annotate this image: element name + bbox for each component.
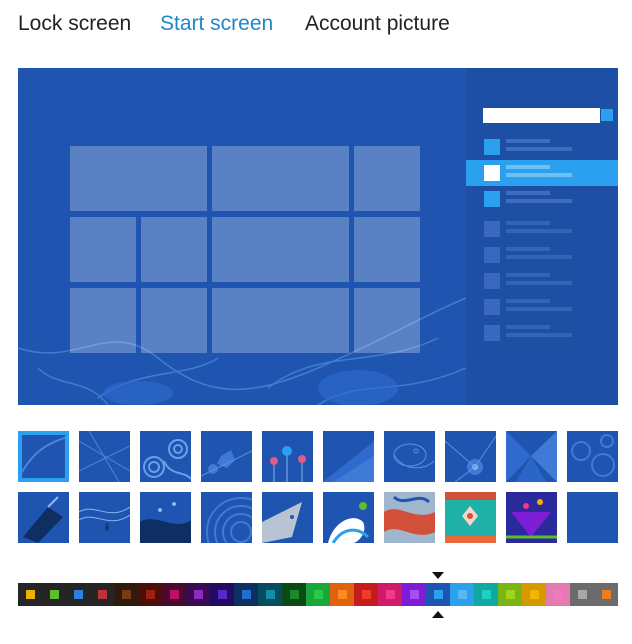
color-swatch-dot bbox=[457, 590, 467, 599]
color-swatch-dot bbox=[577, 590, 587, 599]
color-swatch-18[interactable] bbox=[426, 583, 450, 606]
color-swatch-4[interactable] bbox=[90, 583, 114, 606]
selected-color-marker-top bbox=[432, 572, 444, 579]
search-result-item bbox=[466, 294, 618, 320]
color-swatch-dot bbox=[313, 590, 323, 599]
pattern-option-18[interactable] bbox=[445, 492, 496, 543]
color-swatch-17[interactable] bbox=[402, 583, 426, 606]
color-swatch-20[interactable] bbox=[474, 583, 498, 606]
color-swatch-25[interactable] bbox=[594, 583, 618, 606]
pattern-option-16[interactable] bbox=[323, 492, 374, 543]
color-swatch-10[interactable] bbox=[234, 583, 258, 606]
search-result-item bbox=[466, 186, 618, 212]
color-swatch-16[interactable] bbox=[378, 583, 402, 606]
color-swatch-dot bbox=[289, 590, 299, 599]
tile bbox=[70, 288, 136, 353]
search-result-item bbox=[466, 216, 618, 242]
pattern-option-1[interactable] bbox=[18, 431, 69, 482]
color-swatch-11[interactable] bbox=[258, 583, 282, 606]
color-swatch-dot bbox=[433, 590, 443, 599]
color-swatch-dot bbox=[265, 590, 275, 599]
pattern-option-8[interactable] bbox=[445, 431, 496, 482]
pattern-option-20[interactable] bbox=[567, 492, 618, 543]
color-swatch-1[interactable] bbox=[18, 583, 42, 606]
tile bbox=[212, 217, 349, 282]
tile bbox=[354, 217, 420, 282]
search-result-item-selected bbox=[466, 160, 618, 186]
search-box bbox=[483, 108, 613, 123]
color-swatch-dot bbox=[217, 590, 227, 599]
color-swatch-dot bbox=[337, 590, 347, 599]
pattern-option-13[interactable] bbox=[140, 492, 191, 543]
search-charm-pane bbox=[466, 68, 618, 405]
search-result-item bbox=[466, 268, 618, 294]
pattern-option-4[interactable] bbox=[201, 431, 252, 482]
tile bbox=[141, 217, 207, 282]
color-swatch-3[interactable] bbox=[66, 583, 90, 606]
color-swatch-dot bbox=[49, 590, 59, 599]
tile bbox=[70, 146, 207, 211]
color-swatch-dot bbox=[601, 590, 611, 599]
tile bbox=[70, 217, 136, 282]
color-picker[interactable] bbox=[18, 583, 618, 606]
search-result-item bbox=[466, 320, 618, 346]
search-result-item bbox=[466, 242, 618, 268]
color-swatch-24[interactable] bbox=[570, 583, 594, 606]
color-swatch-dot bbox=[481, 590, 491, 599]
color-swatch-7[interactable] bbox=[162, 583, 186, 606]
pattern-option-7[interactable] bbox=[384, 431, 435, 482]
color-swatch-2[interactable] bbox=[42, 583, 66, 606]
color-swatch-dot bbox=[553, 590, 563, 599]
color-swatch-dot bbox=[385, 590, 395, 599]
color-swatch-dot bbox=[25, 590, 35, 599]
tab-account-picture[interactable]: Account picture bbox=[305, 12, 450, 36]
color-swatch-19[interactable] bbox=[450, 583, 474, 606]
color-swatch-dot bbox=[409, 590, 419, 599]
tile bbox=[354, 288, 420, 353]
color-swatch-dot bbox=[529, 590, 539, 599]
pattern-option-12[interactable] bbox=[79, 492, 130, 543]
pattern-option-11[interactable] bbox=[18, 492, 69, 543]
tab-start-screen[interactable]: Start screen bbox=[160, 12, 273, 36]
color-swatch-dot bbox=[97, 590, 107, 599]
color-swatch-9[interactable] bbox=[210, 583, 234, 606]
tile bbox=[212, 146, 349, 211]
color-swatch-12[interactable] bbox=[282, 583, 306, 606]
start-screen-preview bbox=[18, 68, 618, 405]
color-swatch-13[interactable] bbox=[306, 583, 330, 606]
color-swatch-dot bbox=[241, 590, 251, 599]
pattern-option-15[interactable] bbox=[262, 492, 313, 543]
tab-lock-screen[interactable]: Lock screen bbox=[18, 12, 131, 36]
color-swatch-22[interactable] bbox=[522, 583, 546, 606]
search-icon bbox=[601, 109, 613, 121]
pattern-option-2[interactable] bbox=[79, 431, 130, 482]
color-swatch-6[interactable] bbox=[138, 583, 162, 606]
color-swatch-dot bbox=[361, 590, 371, 599]
pattern-option-17[interactable] bbox=[384, 492, 435, 543]
color-swatch-dot bbox=[121, 590, 131, 599]
color-swatch-15[interactable] bbox=[354, 583, 378, 606]
pattern-option-3[interactable] bbox=[140, 431, 191, 482]
selected-color-marker-bottom bbox=[432, 611, 444, 618]
search-result-item bbox=[466, 134, 618, 160]
pattern-option-10[interactable] bbox=[567, 431, 618, 482]
color-swatch-dot bbox=[73, 590, 83, 599]
color-swatch-23[interactable] bbox=[546, 583, 570, 606]
pattern-option-9[interactable] bbox=[506, 431, 557, 482]
pattern-option-14[interactable] bbox=[201, 492, 252, 543]
color-swatch-dot bbox=[193, 590, 203, 599]
color-swatch-5[interactable] bbox=[114, 583, 138, 606]
pattern-option-6[interactable] bbox=[323, 431, 374, 482]
tile bbox=[354, 146, 420, 211]
pattern-option-5[interactable] bbox=[262, 431, 313, 482]
tile bbox=[212, 288, 349, 353]
color-swatch-dot bbox=[169, 590, 179, 599]
pattern-option-19[interactable] bbox=[506, 492, 557, 543]
color-swatch-dot bbox=[145, 590, 155, 599]
color-swatch-8[interactable] bbox=[186, 583, 210, 606]
color-swatch-14[interactable] bbox=[330, 583, 354, 606]
color-swatch-21[interactable] bbox=[498, 583, 522, 606]
tile bbox=[141, 288, 207, 353]
color-swatch-dot bbox=[505, 590, 515, 599]
